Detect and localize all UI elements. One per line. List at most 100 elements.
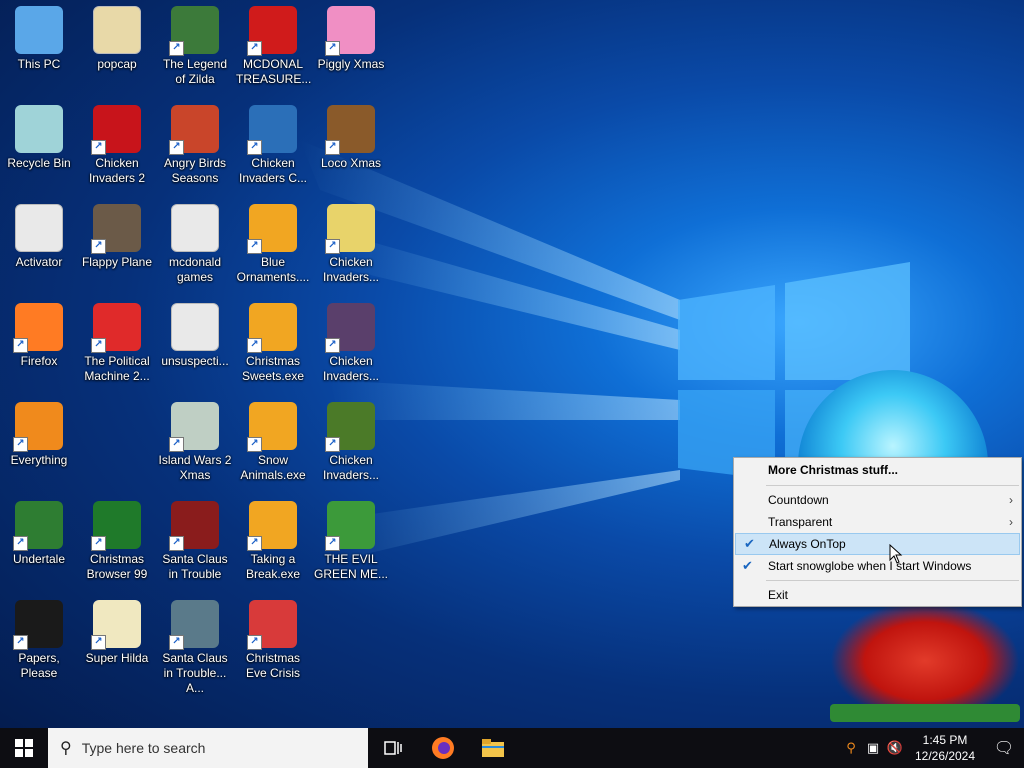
- desktop-icon[interactable]: ↗ Taking a Break.exe: [234, 495, 312, 582]
- desktop-icon[interactable]: ↗ Blue Ornaments....: [234, 198, 312, 285]
- desktop-icon[interactable]: ↗ Undertale: [0, 495, 78, 567]
- desktop-icon[interactable]: ↗ MCDONAL TREASURE...: [234, 0, 312, 87]
- desktop-icon[interactable]: ↗ The Political Machine 2...: [78, 297, 156, 384]
- desktop-icon-label: Flappy Plane: [81, 255, 153, 269]
- desktop-icon-label: Firefox: [20, 354, 58, 368]
- menu-item-countdown[interactable]: Countdown ›: [734, 489, 1021, 511]
- shortcut-arrow-icon: ↗: [169, 437, 184, 452]
- file-explorer-icon: [482, 739, 504, 757]
- desktop-icon[interactable]: mcdonald games: [156, 198, 234, 285]
- clock-date: 12/26/2024: [914, 749, 976, 763]
- desktop-icon[interactable]: ↗ Flappy Plane: [78, 198, 156, 270]
- ornaments-icon: ↗: [247, 501, 297, 551]
- pixel-icon: ↗: [91, 600, 141, 650]
- desktop-icon-label: Christmas Browser 99: [86, 552, 148, 581]
- shortcut-arrow-icon: ↗: [247, 41, 262, 56]
- recycle-bin-icon: [15, 105, 63, 153]
- desktop-icon-label: popcap: [97, 57, 137, 71]
- shortcut-arrow-icon: ↗: [91, 338, 106, 353]
- menu-item-transparent[interactable]: Transparent ›: [734, 511, 1021, 533]
- desktop-icon-label: THE EVIL GREEN ME...: [314, 552, 389, 581]
- desktop-icon[interactable]: ↗ Loco Xmas: [312, 99, 390, 171]
- desktop-icon-label: Recycle Bin: [7, 156, 71, 170]
- menu-item-more-christmas-stuff[interactable]: More Christmas stuff...: [734, 458, 1021, 482]
- desktop-icon[interactable]: ↗ THE EVIL GREEN ME...: [312, 495, 390, 582]
- undertale-icon: ↗: [13, 501, 63, 551]
- desktop-icon[interactable]: Activator: [0, 198, 78, 270]
- angry-bird-icon: ↗: [169, 105, 219, 155]
- desktop-icon-label: This PC: [17, 57, 61, 71]
- desktop-icon-label: Chicken Invaders 2: [88, 156, 146, 185]
- desktop-icon[interactable]: ↗ Chicken Invaders C...: [234, 99, 312, 186]
- task-view-button[interactable]: [368, 728, 418, 768]
- desktop-icon-label: Super Hilda: [85, 651, 149, 665]
- desktop-icon-label: Undertale: [12, 552, 66, 566]
- desktop-icon-label: Chicken Invaders...: [322, 354, 380, 383]
- shortcut-arrow-icon: ↗: [169, 536, 184, 551]
- menu-item-label: Transparent: [768, 515, 833, 529]
- desktop-icon-label: MCDONAL TREASURE...: [236, 57, 312, 86]
- desktop-icon[interactable]: ↗ Papers, Please: [0, 594, 78, 681]
- shortcut-arrow-icon: ↗: [91, 239, 106, 254]
- desktop-icon[interactable]: ↗ Snow Animals.exe: [234, 396, 312, 483]
- desktop-icon[interactable]: ↗ Super Hilda: [78, 594, 156, 666]
- search-everything-icon[interactable]: ⚲: [840, 740, 862, 756]
- desktop-icon[interactable]: Recycle Bin: [0, 99, 78, 171]
- ornaments-icon: ↗: [247, 402, 297, 452]
- chicken-icon: ↗: [247, 105, 297, 155]
- desktop: This PC popcap ↗ The Legend of Zilda ↗ MCDONA…: [0, 0, 1024, 728]
- shortcut-arrow-icon: ↗: [247, 140, 262, 155]
- desktop-icon[interactable]: ↗ Santa Claus in Trouble: [156, 495, 234, 582]
- menu-separator: [766, 580, 1019, 581]
- shortcut-arrow-icon: ↗: [247, 536, 262, 551]
- shortcut-arrow-icon: ↗: [247, 635, 262, 650]
- network-icon[interactable]: ▣: [862, 740, 884, 756]
- desktop-icon[interactable]: ↗ Chicken Invaders...: [312, 198, 390, 285]
- desktop-icon[interactable]: This PC: [0, 0, 78, 72]
- desktop-icon[interactable]: ↗ Christmas Browser 99: [78, 495, 156, 582]
- taskbar-file-explorer-button[interactable]: [468, 728, 518, 768]
- taskbar: ⚲ Type here to search ⚲ ▣ 🔇 1:45 PM 12/2…: [0, 728, 1024, 768]
- desktop-icon-label: mcdonald games: [168, 255, 222, 284]
- desktop-icon[interactable]: ↗ Chicken Invaders 2: [78, 99, 156, 186]
- desktop-icon[interactable]: ↗ Everything: [0, 396, 78, 468]
- desktop-icon[interactable]: ↗ Angry Birds Seasons: [156, 99, 234, 186]
- shortcut-arrow-icon: ↗: [325, 437, 340, 452]
- chicken-icon: ↗: [325, 204, 375, 254]
- snowglobe-tree-base[interactable]: [830, 600, 1020, 722]
- menu-item-always-ontop[interactable]: ✔ Always OnTop: [735, 533, 1020, 555]
- volume-muted-icon[interactable]: 🔇: [884, 740, 906, 756]
- desktop-icon[interactable]: ↗ Island Wars 2 Xmas: [156, 396, 234, 483]
- pig-icon: ↗: [325, 6, 375, 56]
- desktop-icon[interactable]: ↗ Piggly Xmas: [312, 0, 390, 72]
- desktop-icon[interactable]: popcap: [78, 0, 156, 72]
- desktop-icon-label: Chicken Invaders...: [322, 453, 380, 482]
- desktop-icon[interactable]: ↗ Christmas Sweets.exe: [234, 297, 312, 384]
- shortcut-arrow-icon: ↗: [325, 41, 340, 56]
- taskbar-firefox-button[interactable]: [418, 728, 468, 768]
- desktop-icon[interactable]: unsuspecti...: [156, 297, 234, 369]
- submenu-arrow-icon: ›: [1009, 493, 1013, 507]
- desktop-icon[interactable]: ↗ Chicken Invaders...: [312, 297, 390, 384]
- desktop-icon-label: Christmas Sweets.exe: [241, 354, 305, 383]
- shortcut-arrow-icon: ↗: [169, 635, 184, 650]
- menu-item-label: Exit: [768, 588, 789, 602]
- action-center-button[interactable]: 🗨: [984, 738, 1024, 758]
- menu-item-exit[interactable]: Exit: [734, 584, 1021, 606]
- desktop-icon[interactable]: ↗ Firefox: [0, 297, 78, 369]
- menu-item-start-snowglobe-when-i-start-windows[interactable]: ✔ Start snowglobe when I start Windows: [734, 555, 1021, 577]
- taskbar-search-box[interactable]: ⚲ Type here to search: [48, 728, 368, 768]
- desktop-icon[interactable]: ↗ Christmas Eve Crisis: [234, 594, 312, 681]
- santa-face-icon: ↗: [247, 600, 297, 650]
- desktop-icon[interactable]: ↗ Chicken Invaders...: [312, 396, 390, 483]
- desktop-icon-label: Piggly Xmas: [317, 57, 385, 71]
- desktop-icon[interactable]: ↗ The Legend of Zilda: [156, 0, 234, 87]
- start-button[interactable]: [0, 728, 48, 768]
- shortcut-arrow-icon: ↗: [91, 635, 106, 650]
- desktop-icon[interactable]: ↗ Santa Claus in Trouble... A...: [156, 594, 234, 696]
- shortcut-arrow-icon: ↗: [247, 437, 262, 452]
- clock[interactable]: 1:45 PM 12/26/2024: [906, 732, 984, 764]
- chicken-icon: ↗: [325, 303, 375, 353]
- desktop-icon-label: Snow Animals.exe: [240, 453, 306, 482]
- ornaments-icon: ↗: [247, 204, 297, 254]
